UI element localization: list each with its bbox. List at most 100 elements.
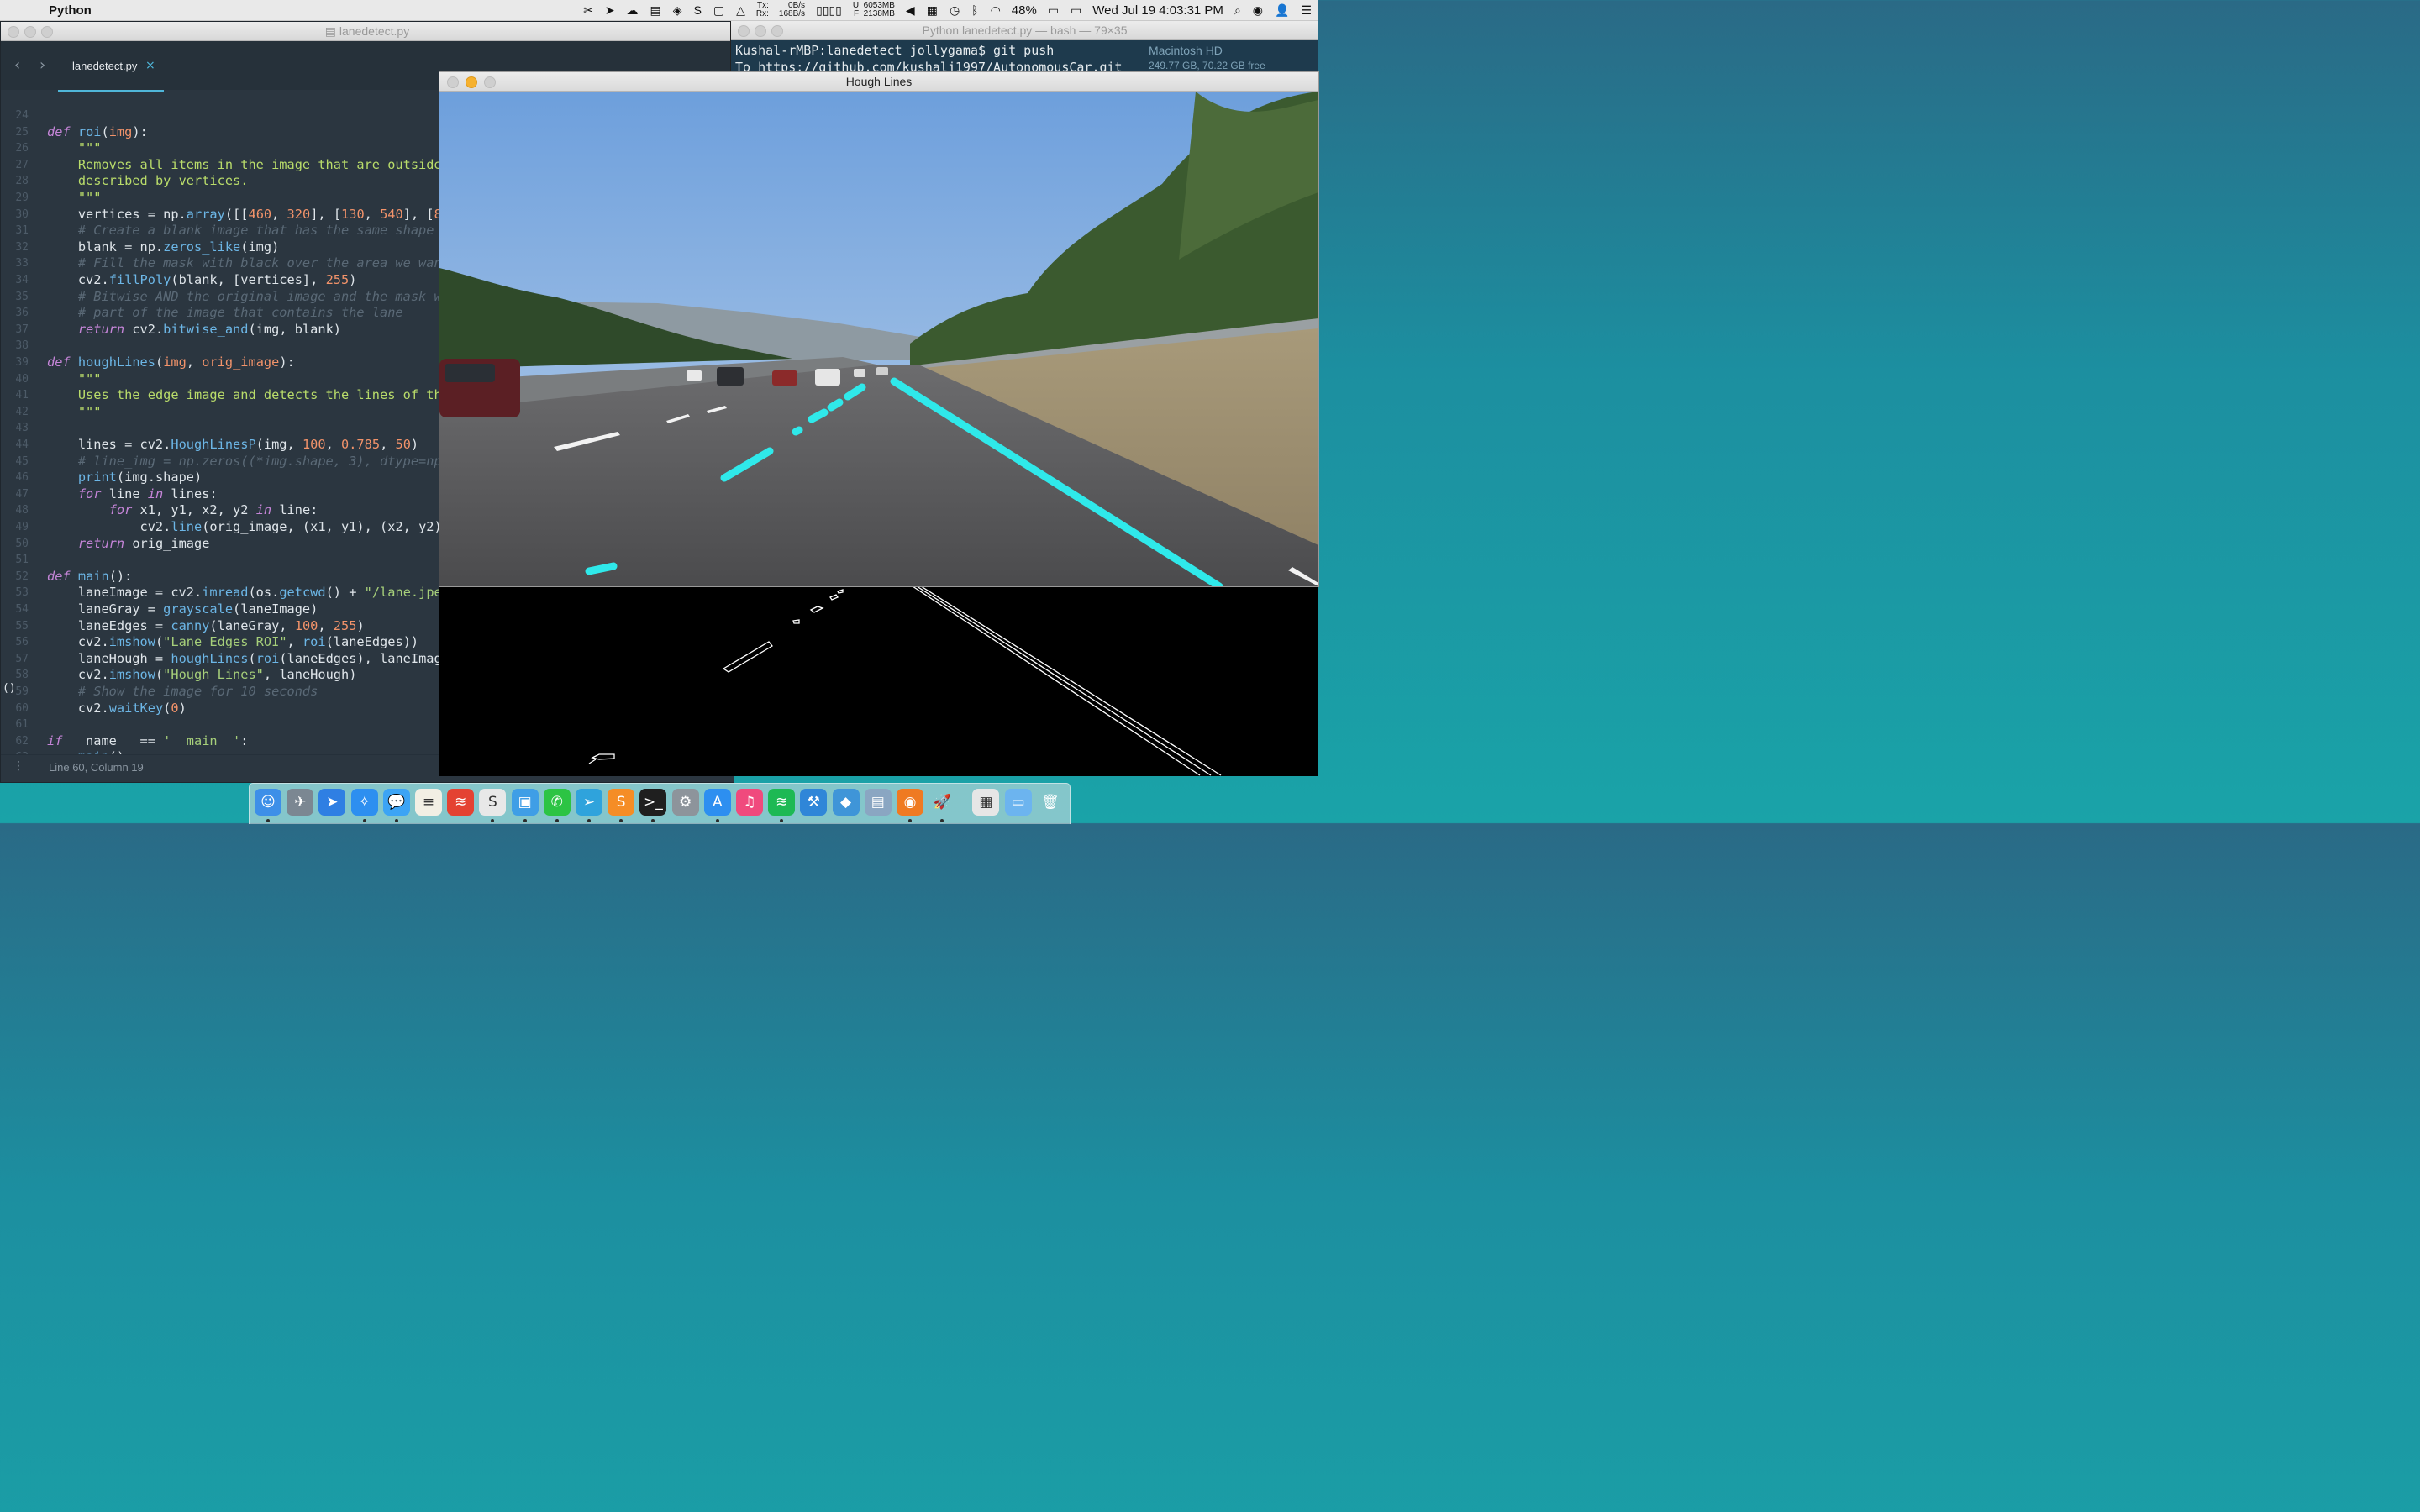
close-button[interactable] — [738, 25, 750, 37]
code-text: cv2.waitKey(0) — [47, 700, 187, 716]
network-stats[interactable]: 0B/s 168B/s — [779, 2, 805, 18]
screenshare-icon[interactable]: ▣ — [511, 789, 539, 816]
python-rocket-icon[interactable]: 🚀 — [929, 789, 955, 816]
compass-icon[interactable]: ➤ — [318, 789, 346, 816]
notification-center-icon[interactable]: ☰ — [1301, 3, 1312, 18]
terminal-title-bar[interactable]: Python lanedetect.py — bash — 79×35 — [731, 21, 1318, 40]
code-text: return cv2.bitwise_and(img, blank) — [77, 321, 341, 337]
running-indicator — [394, 819, 398, 822]
running-indicator — [780, 819, 784, 822]
airplay-icon[interactable]: ▭ — [1071, 3, 1081, 18]
code-text: Removes all items in the image that are … — [77, 156, 466, 172]
spotify-icon[interactable]: ≋ — [768, 789, 796, 816]
finder-icon[interactable]: ☺ — [255, 789, 281, 816]
minimize-button[interactable] — [755, 25, 766, 37]
launchpad-icon[interactable]: ✈ — [287, 789, 314, 816]
slack-icon[interactable]: S — [479, 789, 507, 816]
forward-arrow-icon[interactable]: › — [39, 56, 45, 74]
line-number: 40 — [15, 372, 29, 386]
zoom-button[interactable] — [41, 26, 53, 38]
close-button[interactable] — [447, 76, 459, 88]
battery-icon[interactable]: ▭ — [1048, 3, 1059, 18]
onedrive-icon[interactable]: ▢ — [713, 3, 724, 18]
line-number: 29 — [15, 192, 29, 204]
system-preferences-icon[interactable]: ⚙ — [671, 789, 699, 816]
line-number: 36 — [15, 307, 29, 320]
line-number: 33 — [15, 257, 29, 270]
todoist-icon[interactable]: ≋ — [447, 789, 475, 816]
preview-icon[interactable]: ▤ — [864, 789, 892, 816]
line-number: 31 — [15, 224, 29, 238]
battery-percent[interactable]: 48% — [1012, 3, 1037, 18]
tools-icon[interactable]: ✂ — [583, 3, 593, 18]
app-menu-name[interactable]: Python — [49, 3, 92, 18]
running-indicator — [715, 819, 719, 822]
telegram-icon[interactable]: ➢ — [576, 789, 602, 816]
close-tab-icon[interactable]: × — [145, 59, 155, 72]
xcode-icon[interactable]: ⚒ — [800, 789, 828, 816]
notes-icon[interactable]: ≡ — [415, 789, 442, 816]
volume-icon[interactable]: ◀ — [906, 3, 915, 18]
wifi-icon[interactable]: ◠ — [991, 3, 1001, 18]
scribble-icon[interactable]: S — [694, 3, 702, 17]
itunes-icon[interactable]: ♫ — [736, 789, 763, 816]
messages-icon[interactable]: 💬 — [382, 789, 410, 816]
bluetooth-icon[interactable]: ᛒ — [971, 3, 978, 17]
location-icon[interactable]: ➤ — [605, 3, 615, 18]
running-indicator — [523, 819, 527, 822]
sublime-icon[interactable]: S — [608, 789, 635, 816]
applications-folder-icon[interactable]: ▭ — [1004, 789, 1032, 816]
hough-title-bar[interactable]: Hough Lines — [439, 72, 1318, 92]
tag-icon[interactable]: ◈ — [673, 3, 682, 18]
cpu-meter-icon[interactable]: ▯▯▯▯ — [816, 3, 842, 18]
code-text: Uses the edge image and detects the line… — [77, 387, 466, 403]
code-text: described by vertices. — [77, 173, 249, 189]
firefox-icon[interactable]: ◉ — [897, 789, 923, 816]
hough-lines-window[interactable]: Hough Lines — [439, 71, 1319, 587]
minimize-button[interactable] — [466, 76, 477, 88]
net-rx-label: Rx: — [755, 9, 769, 18]
zoom-button[interactable] — [771, 25, 783, 37]
terminal-icon[interactable]: >_ — [639, 789, 667, 816]
drive-icon[interactable]: △ — [736, 3, 745, 18]
trash-icon[interactable]: 🗑 — [1037, 789, 1064, 816]
line-number: 53 — [15, 586, 29, 600]
lane-edges-window[interactable] — [439, 584, 1318, 776]
running-indicator — [908, 819, 912, 822]
line-number: 49 — [15, 521, 29, 533]
time-machine-icon[interactable]: ◷ — [950, 3, 960, 18]
clock[interactable]: Wed Jul 19 4:03:31 PM — [1092, 3, 1223, 18]
line-number: 37 — [15, 323, 29, 336]
back-arrow-icon[interactable]: ‹ — [14, 56, 20, 74]
spotlight-icon[interactable]: ⌕ — [1234, 3, 1241, 18]
edge-image — [588, 584, 1222, 776]
zoom-button[interactable] — [484, 76, 496, 88]
siri-icon[interactable]: ◉ — [1253, 3, 1263, 18]
tableau-icon[interactable]: ◆ — [832, 789, 860, 816]
dock: ☺ ✈ ➤ ✧ 💬 ≡ ≋ S ▣ ✆ ➢ S >_ ⚙ A ♫ ≋ ⚒ ◆ ▤ ◉ 🚀 ▦ ▭ 🗑 — [249, 783, 1071, 824]
line-number: 54 — [15, 603, 29, 616]
line-number: 27 — [15, 158, 29, 171]
safari-icon[interactable]: ✧ — [350, 789, 378, 816]
minimize-button[interactable] — [24, 26, 36, 38]
stacks-icon[interactable]: ▤ — [650, 3, 661, 18]
app-store-icon[interactable]: A — [703, 789, 731, 816]
line-number: 46 — [15, 471, 29, 485]
line-number: 52 — [15, 570, 29, 583]
close-button[interactable] — [8, 26, 19, 38]
more-icon[interactable]: ⋮ — [13, 759, 24, 773]
memory-stats[interactable]: U: 6053MB F: 2138MB — [853, 2, 895, 18]
net-rx: 168B/s — [778, 9, 806, 18]
editor-title-bar[interactable]: ▤ lanedetect.py — [1, 22, 734, 41]
line-number: 39 — [15, 356, 29, 369]
code-text: laneGray = grayscale(laneImage) — [47, 601, 318, 617]
user-icon[interactable]: 👤 — [1275, 3, 1289, 18]
creative-cloud-icon[interactable]: ☁ — [627, 3, 639, 18]
whatsapp-icon[interactable]: ✆ — [543, 789, 571, 816]
tab-lanedetect[interactable]: lanedetect.py × — [58, 56, 164, 92]
documents-icon[interactable]: ▦ — [972, 789, 1000, 816]
running-indicator — [491, 819, 495, 822]
menu-bar-extras: ✂ ➤ ☁ ▤ ◈ S ▢ △ Tx: Rx: 0B/s 168B/s ▯▯▯▯… — [577, 0, 1318, 20]
window-manager-icon[interactable]: ▦ — [927, 3, 938, 18]
line-number: 45 — [15, 454, 29, 468]
